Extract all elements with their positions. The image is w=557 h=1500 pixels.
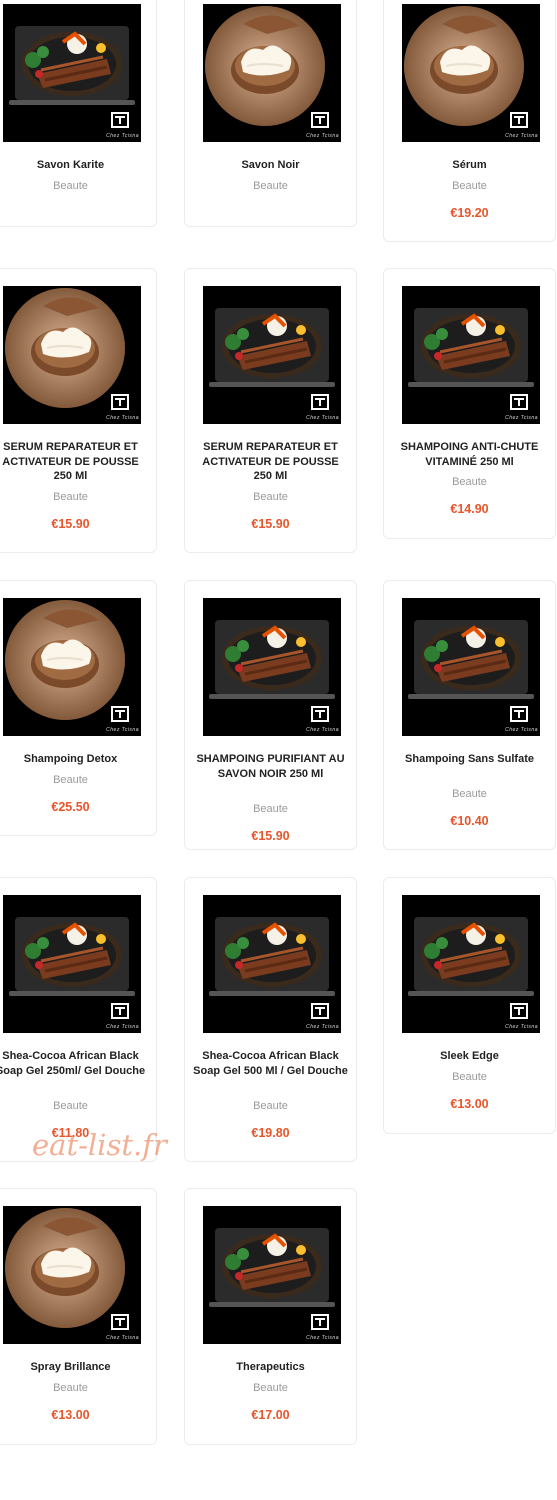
product-name[interactable]: Savon Karite (0, 158, 148, 173)
product-category: Beaute (53, 1099, 88, 1112)
brand-logo-subtitle: Chez Tcisna (106, 415, 139, 421)
brand-logo-icon (510, 112, 528, 128)
product-category: Beaute (452, 476, 487, 488)
product-category: Beaute (53, 773, 88, 786)
product-card[interactable]: Chez Tcisna Spray Brillance Beaute €13.00 (0, 1188, 157, 1445)
product-category: Beaute (53, 179, 88, 192)
brand-logo-icon (311, 706, 329, 722)
product-name[interactable]: SERUM REPARATEUR ET ACTIVATEUR DE POUSSE… (0, 440, 148, 484)
brand-logo-subtitle: Chez Tcisna (306, 415, 339, 421)
product-category: Beaute (53, 1381, 88, 1394)
product-card[interactable]: Chez Tcisna Savon Noir Beaute (184, 0, 357, 227)
brand-logo-icon (111, 394, 129, 410)
brand-logo-subtitle: Chez Tcisna (306, 727, 339, 733)
product-price: €15.90 (51, 516, 90, 531)
product-image-cream[interactable]: Chez Tcisna (203, 4, 341, 142)
brand-logo-subtitle: Chez Tcisna (505, 1024, 538, 1030)
product-image-food[interactable]: Chez Tcisna (3, 895, 141, 1033)
product-image-cream[interactable]: Chez Tcisna (3, 598, 141, 736)
product-card[interactable]: Chez Tcisna Sérum Beaute €19.20 (383, 0, 556, 242)
product-price: €17.00 (251, 1407, 290, 1422)
product-name[interactable]: Therapeutics (193, 1360, 348, 1375)
product-image-food[interactable]: Chez Tcisna (203, 895, 341, 1033)
brand-logo-icon (111, 706, 129, 722)
product-image-cream[interactable]: Chez Tcisna (3, 286, 141, 424)
product-card[interactable]: Chez Tcisna Therapeutics Beaute €17.00 (184, 1188, 357, 1445)
product-price: €15.90 (251, 516, 290, 531)
product-image-cream[interactable]: Chez Tcisna (3, 1206, 141, 1344)
product-name[interactable]: Savon Noir (193, 158, 348, 173)
brand-logo-icon (111, 1314, 129, 1330)
product-price: €19.80 (251, 1125, 290, 1140)
product-name[interactable]: Sérum (392, 158, 547, 173)
product-image-food[interactable]: Chez Tcisna (203, 286, 341, 424)
brand-logo-icon (311, 1003, 329, 1019)
brand-logo-subtitle: Chez Tcisna (106, 1335, 139, 1341)
product-name[interactable]: Shampoing Sans Sulfate (392, 752, 547, 767)
brand-logo-icon (111, 112, 129, 128)
brand-logo-subtitle: Chez Tcisna (306, 1024, 339, 1030)
product-image-food[interactable]: Chez Tcisna (402, 598, 540, 736)
brand-logo-icon (311, 394, 329, 410)
product-card[interactable]: Chez Tcisna Shampoing Detox Beaute €25.50 (0, 580, 157, 836)
brand-logo-icon (311, 112, 329, 128)
product-name[interactable]: Sleek Edge (392, 1049, 547, 1064)
product-name[interactable]: SHAMPOING ANTI-CHUTE VITAMINÉ 250 Ml (392, 440, 547, 469)
brand-logo-subtitle: Chez Tcisna (306, 1335, 339, 1341)
product-price: €14.90 (450, 502, 489, 516)
product-card[interactable]: Chez Tcisna SHAMPOING ANTI-CHUTE VITAMINÉ… (383, 268, 556, 539)
product-price: €15.90 (251, 828, 290, 843)
product-card[interactable]: Chez Tcisna Savon Karite Beaute (0, 0, 157, 227)
product-image-cream[interactable]: Chez Tcisna (402, 4, 540, 142)
brand-logo-subtitle: Chez Tcisna (106, 1024, 139, 1030)
product-card[interactable]: Chez Tcisna Shea-Cocoa African Black Soap… (184, 877, 357, 1162)
product-name[interactable]: Shea-Cocoa African Black Soap Gel 500 Ml… (193, 1049, 348, 1078)
brand-logo-subtitle: Chez Tcisna (505, 727, 538, 733)
product-category: Beaute (452, 788, 487, 800)
product-name[interactable]: SERUM REPARATEUR ET ACTIVATEUR DE POUSSE… (193, 440, 348, 484)
product-image-food[interactable]: Chez Tcisna (3, 4, 141, 142)
product-image-food[interactable]: Chez Tcisna (203, 1206, 341, 1344)
product-card[interactable]: Chez Tcisna Shampoing Sans Sulfate Beaute €… (383, 580, 556, 850)
product-price: €25.50 (51, 799, 90, 814)
product-card[interactable]: Chez Tcisna Shea-Cocoa African Black Soap… (0, 877, 157, 1162)
product-card[interactable]: Chez Tcisna SERUM REPARATEUR ET ACTIVATEU… (0, 268, 157, 553)
product-category: Beaute (253, 1099, 288, 1112)
product-image-food[interactable]: Chez Tcisna (402, 286, 540, 424)
brand-logo-icon (111, 1003, 129, 1019)
brand-logo-icon (510, 394, 528, 410)
product-category: Beaute (253, 1381, 288, 1394)
product-name[interactable]: Spray Brillance (0, 1360, 148, 1375)
product-price: €13.00 (450, 1096, 489, 1111)
watermark: eat-list.fr (32, 1128, 167, 1162)
brand-logo-subtitle: Chez Tcisna (505, 415, 538, 421)
product-name[interactable]: Shampoing Detox (0, 752, 148, 767)
product-category: Beaute (253, 802, 288, 815)
brand-logo-icon (510, 706, 528, 722)
product-price: €19.20 (450, 205, 489, 220)
product-name[interactable]: SHAMPOING PURIFIANT AU SAVON NOIR 250 Ml (193, 752, 348, 781)
brand-logo-subtitle: Chez Tcisna (106, 727, 139, 733)
product-category: Beaute (53, 490, 88, 503)
product-price: €10.40 (450, 814, 489, 828)
brand-logo-subtitle: Chez Tcisna (106, 133, 139, 139)
product-category: Beaute (253, 179, 288, 192)
product-card[interactable]: Chez Tcisna Sleek Edge Beaute €13.00 (383, 877, 556, 1134)
product-price: €13.00 (51, 1407, 90, 1422)
product-image-food[interactable]: Chez Tcisna (402, 895, 540, 1033)
brand-logo-subtitle: Chez Tcisna (306, 133, 339, 139)
brand-logo-icon (311, 1314, 329, 1330)
product-category: Beaute (452, 179, 487, 192)
product-name[interactable]: Shea-Cocoa African Black Soap Gel 250ml/… (0, 1049, 148, 1078)
product-category: Beaute (253, 490, 288, 503)
product-card[interactable]: Chez Tcisna SHAMPOING PURIFIANT AU SAVON … (184, 580, 357, 850)
brand-logo-subtitle: Chez Tcisna (505, 133, 538, 139)
product-image-food[interactable]: Chez Tcisna (203, 598, 341, 736)
product-card[interactable]: Chez Tcisna SERUM REPARATEUR ET ACTIVATEU… (184, 268, 357, 553)
brand-logo-icon (510, 1003, 528, 1019)
product-category: Beaute (452, 1070, 487, 1083)
